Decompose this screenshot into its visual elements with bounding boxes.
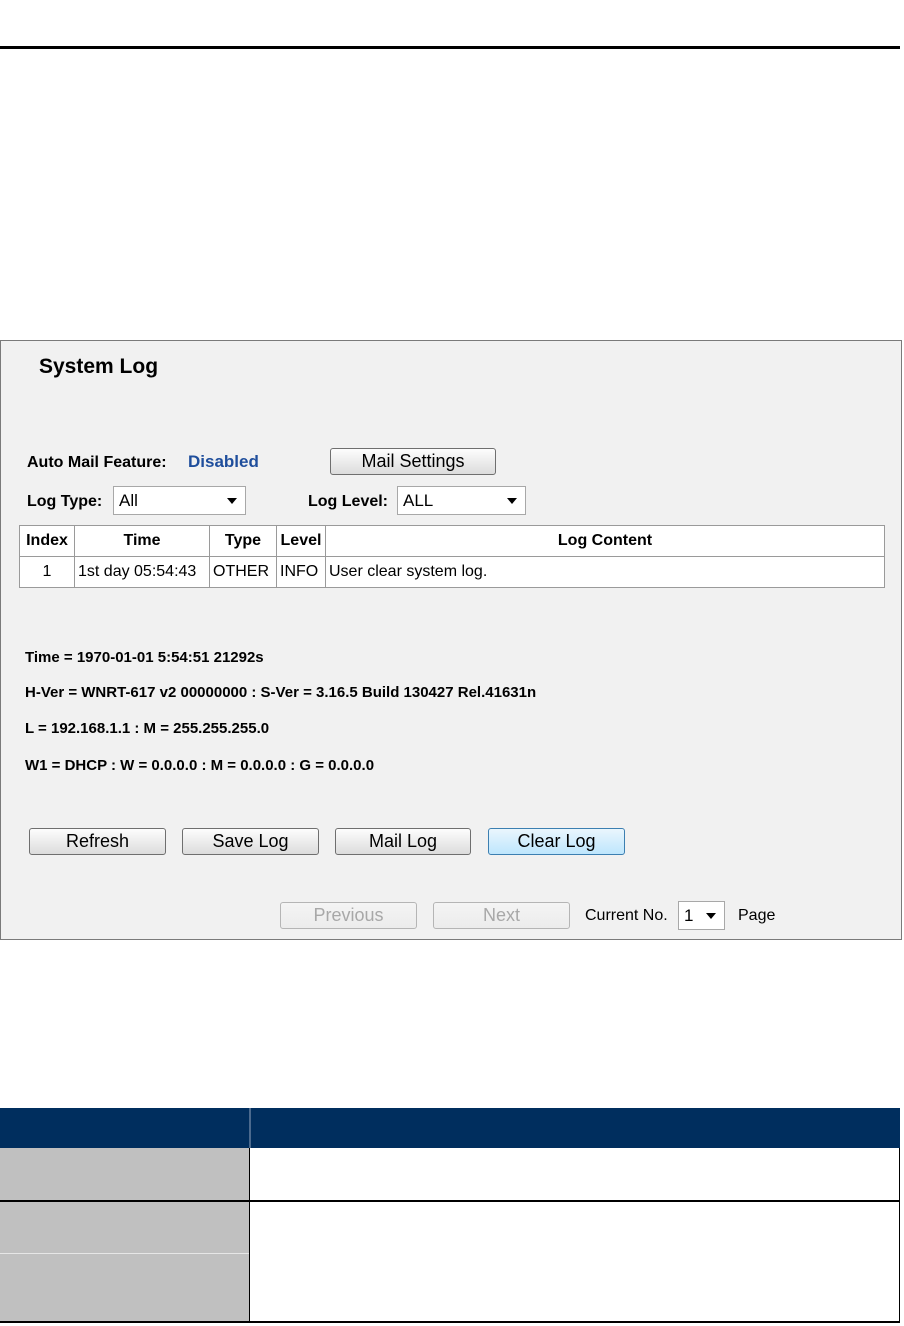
refresh-button[interactable]: Refresh	[29, 828, 166, 855]
info-wan: W1 = DHCP : W = 0.0.0.0 : M = 0.0.0.0 : …	[25, 757, 375, 774]
chevron-down-icon	[227, 498, 237, 504]
column-header-type: Type	[209, 525, 277, 557]
cell-level: INFO	[276, 556, 326, 588]
table-row: 1 1st day 05:54:43 OTHER INFO User clear…	[19, 556, 885, 588]
system-log-panel: System Log Auto Mail Feature: Disabled M…	[0, 340, 902, 940]
cell-type: OTHER	[209, 556, 277, 588]
cell-index: 1	[19, 556, 75, 588]
next-button[interactable]: Next	[433, 902, 570, 929]
log-table: Index Time Type Level Log Content 1 1st …	[19, 525, 885, 588]
auto-mail-status: Disabled	[188, 452, 259, 471]
doc-right-border	[899, 1148, 900, 1323]
log-type-label: Log Type:	[27, 493, 103, 510]
save-log-button[interactable]: Save Log	[182, 828, 319, 855]
doc-row-label-3	[0, 1254, 249, 1321]
doc-table-header	[0, 1108, 900, 1148]
cell-log-content: User clear system log.	[325, 556, 885, 588]
page-label: Page	[738, 907, 776, 924]
current-no-label: Current No.	[585, 907, 668, 924]
info-version: H-Ver = WNRT-617 v2 00000000 : S-Ver = 3…	[25, 684, 537, 701]
column-header-level: Level	[276, 525, 326, 557]
chevron-down-icon	[706, 913, 716, 919]
log-type-select[interactable]: All	[113, 486, 246, 515]
log-level-selected: ALL	[403, 491, 434, 510]
info-lan: L = 192.168.1.1 : M = 255.255.255.0	[25, 720, 270, 737]
doc-table-header-divider	[249, 1108, 251, 1148]
panel-title: System Log	[39, 355, 159, 378]
log-type-selected: All	[119, 491, 138, 510]
log-level-label: Log Level:	[308, 493, 389, 510]
previous-button[interactable]: Previous	[280, 902, 417, 929]
info-time: Time = 1970-01-01 5:54:51 21292s	[25, 649, 264, 666]
doc-row-label-1	[0, 1148, 249, 1200]
column-header-log-content: Log Content	[325, 525, 885, 557]
page-select[interactable]: 1	[678, 901, 725, 930]
chevron-down-icon	[507, 498, 517, 504]
mail-settings-button[interactable]: Mail Settings	[330, 448, 496, 475]
column-header-time: Time	[74, 525, 210, 557]
auto-mail-label: Auto Mail Feature:	[27, 454, 167, 471]
cell-time: 1st day 05:54:43	[74, 556, 210, 588]
page-select-value: 1	[684, 906, 694, 925]
page-header-rule	[0, 46, 900, 49]
doc-bottom-border	[0, 1321, 900, 1323]
doc-row-line	[0, 1200, 900, 1202]
clear-log-button[interactable]: Clear Log	[488, 828, 625, 855]
log-table-header-row: Index Time Type Level Log Content	[19, 525, 885, 557]
doc-column-line	[249, 1148, 250, 1323]
parameter-description-table	[0, 1108, 900, 1323]
log-level-select[interactable]: ALL	[397, 486, 526, 515]
doc-row-label-2	[0, 1202, 249, 1253]
column-header-index: Index	[19, 525, 75, 557]
mail-log-button[interactable]: Mail Log	[335, 828, 471, 855]
